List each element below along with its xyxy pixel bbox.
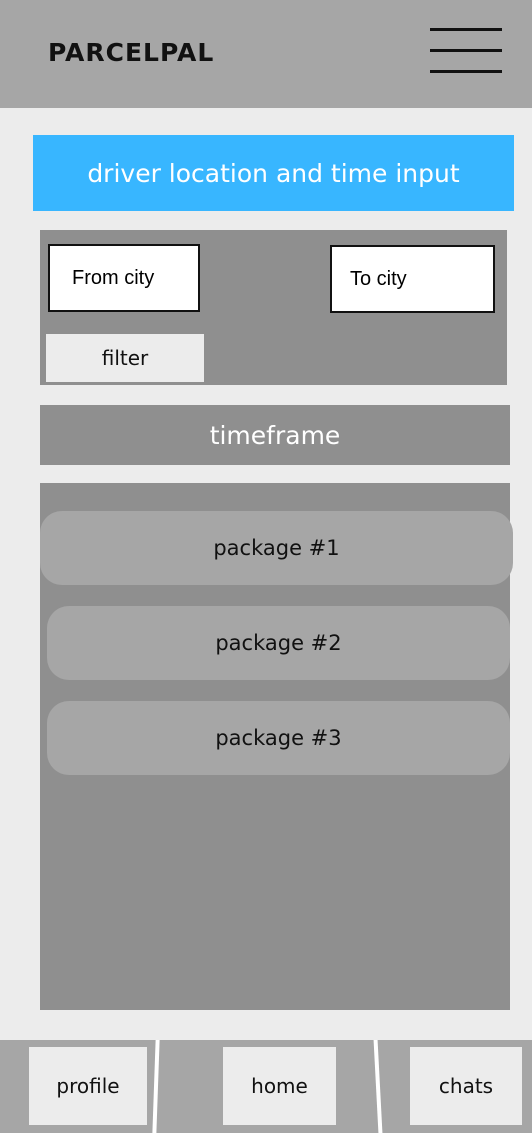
chats-nav-button[interactable]: chats bbox=[410, 1047, 522, 1125]
package-item-3[interactable]: package #3 bbox=[47, 701, 510, 775]
home-nav-button[interactable]: home bbox=[223, 1047, 336, 1125]
nav-divider-right bbox=[373, 1040, 383, 1133]
menu-bar-bottom bbox=[430, 70, 502, 73]
menu-bar-middle bbox=[430, 49, 502, 52]
package-list: package #1 package #2 package #3 bbox=[40, 483, 513, 1010]
app-screen: PARCELPAL driver location and time input… bbox=[0, 0, 532, 1133]
brand-logo-text: PARCELPAL bbox=[48, 38, 215, 67]
bottom-navigation-bar: profile home chats bbox=[0, 1040, 532, 1133]
route-filter-panel: filter bbox=[40, 230, 507, 385]
to-city-input[interactable] bbox=[330, 245, 495, 313]
hamburger-menu-icon[interactable] bbox=[430, 28, 502, 76]
menu-bar-top bbox=[430, 28, 502, 31]
filter-button[interactable]: filter bbox=[46, 334, 204, 382]
timeframe-selector[interactable]: timeframe bbox=[40, 405, 510, 465]
package-item-1[interactable]: package #1 bbox=[40, 511, 513, 585]
nav-divider-left bbox=[152, 1040, 160, 1133]
from-city-input[interactable] bbox=[48, 244, 200, 312]
app-header: PARCELPAL bbox=[0, 0, 532, 108]
page-title: driver location and time input bbox=[33, 135, 514, 211]
profile-nav-button[interactable]: profile bbox=[29, 1047, 147, 1125]
package-item-2[interactable]: package #2 bbox=[47, 606, 510, 680]
